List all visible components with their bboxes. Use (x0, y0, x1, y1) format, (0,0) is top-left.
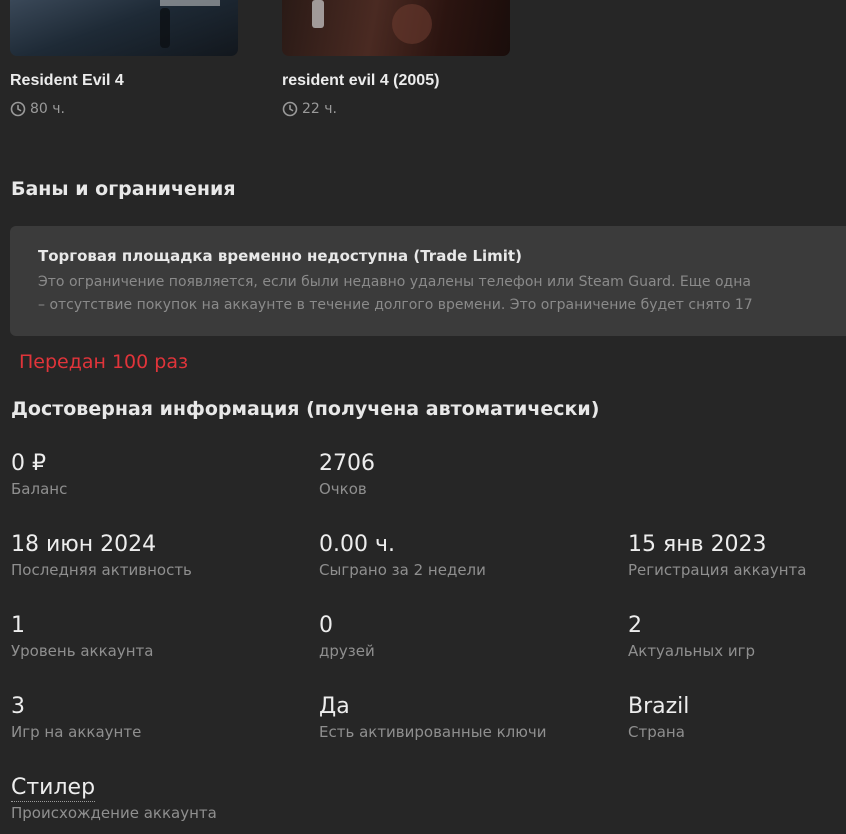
stat-games-count: 3 Игр на аккаунте (11, 693, 311, 741)
game-thumbnail[interactable] (10, 0, 238, 56)
game-hours-value: 22 ч. (302, 101, 337, 117)
stat-label: Регистрация аккаунта (628, 561, 807, 579)
transfer-count-alert: Передан 100 раз (19, 351, 189, 373)
stat-label: Баланс (11, 480, 68, 498)
stat-label: Актуальных игр (628, 642, 756, 660)
stat-value: 18 июн 2024 (11, 532, 157, 557)
stat-balance: 0 ₽ Баланс (11, 450, 311, 498)
stat-value: Brazil (628, 694, 690, 719)
stat-label: Очков (319, 480, 367, 498)
games-list: Resident Evil 4 80 ч. resident evil 4 (2… (10, 0, 846, 130)
stat-relevant-games: 2 Актуальных игр (628, 612, 846, 660)
stat-label: Сыграно за 2 недели (319, 561, 486, 579)
stat-played-2-weeks: 0.00 ч. Сыграно за 2 недели (319, 531, 619, 579)
stat-value: 3 (11, 694, 25, 719)
stat-label: Последняя активность (11, 561, 192, 579)
stat-value: 2 (628, 613, 642, 638)
stat-country: Brazil Страна (628, 693, 846, 741)
stat-account-level: 1 Уровень аккаунта (11, 612, 311, 660)
stat-value: 1 (11, 613, 25, 638)
trade-limit-line-1: Это ограничение появляется, если были не… (38, 274, 751, 290)
bans-section-title: Баны и ограничения (11, 178, 236, 200)
stat-label: друзей (319, 642, 375, 660)
game-hours-value: 80 ч. (30, 101, 65, 117)
clock-icon (10, 101, 26, 117)
stat-value: Да (319, 694, 350, 719)
verified-info-title: Достоверная информация (получена автомат… (11, 398, 600, 420)
stat-friends: 0 друзей (319, 612, 619, 660)
game-card[interactable]: Resident Evil 4 80 ч. (10, 0, 238, 117)
stat-label: Происхождение аккаунта (11, 804, 217, 822)
clock-icon (282, 101, 298, 117)
stat-points: 2706 Очков (319, 450, 619, 498)
game-hours: 80 ч. (10, 101, 65, 117)
account-origin-value[interactable]: Стилер (11, 775, 96, 802)
stat-label: Есть активированные ключи (319, 723, 547, 741)
stat-label: Страна (628, 723, 685, 741)
trade-limit-line-2: – отсутствие покупок на аккаунте в течен… (38, 297, 753, 313)
stat-value: 0 (319, 613, 333, 638)
game-hours: 22 ч. (282, 101, 337, 117)
stat-label: Уровень аккаунта (11, 642, 154, 660)
stat-last-activity: 18 июн 2024 Последняя активность (11, 531, 311, 579)
stat-activated-keys: Да Есть активированные ключи (319, 693, 619, 741)
game-title[interactable]: Resident Evil 4 (10, 72, 124, 90)
stat-account-origin: Стилер Происхождение аккаунта (11, 775, 311, 822)
stat-registration: 15 янв 2023 Регистрация аккаунта (628, 531, 846, 579)
stat-value: 0 ₽ (11, 451, 46, 476)
game-thumbnail[interactable] (282, 0, 510, 56)
game-title[interactable]: resident evil 4 (2005) (282, 72, 439, 90)
stat-value: 0.00 ч. (319, 532, 395, 557)
trade-limit-description: Это ограничение появляется, если были не… (38, 271, 753, 317)
stat-value: 15 янв 2023 (628, 532, 767, 557)
trade-limit-title: Торговая площадка временно недоступна (T… (38, 247, 522, 265)
stat-value: 2706 (319, 451, 375, 476)
trade-limit-notice: Торговая площадка временно недоступна (T… (10, 226, 846, 336)
game-card[interactable]: resident evil 4 (2005) 22 ч. (282, 0, 510, 117)
stat-label: Игр на аккаунте (11, 723, 142, 741)
